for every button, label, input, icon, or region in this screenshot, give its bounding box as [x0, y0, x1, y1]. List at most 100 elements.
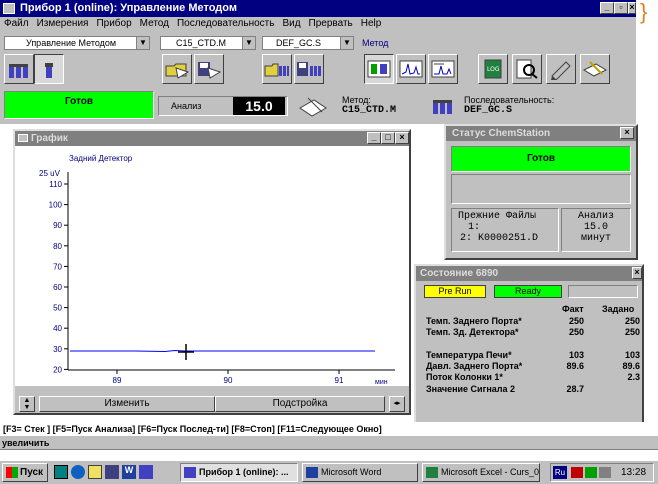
tray-icon-1[interactable] [571, 467, 583, 478]
ready-indicator: Ready [494, 285, 562, 298]
extra-indicator [568, 285, 638, 298]
menu-sequence[interactable]: Последовательность [173, 17, 278, 30]
start-button[interactable]: Пуск [2, 463, 48, 482]
gc-row-label: Давл. Заднего Порта* [426, 361, 523, 371]
method-label: Метод [362, 38, 389, 48]
explorer-icon[interactable] [105, 465, 119, 479]
chemstation-title: Статус ChemStation [452, 128, 551, 139]
logbook-button[interactable]: LOG [478, 54, 508, 84]
gc-close-button[interactable]: × [632, 267, 642, 279]
data-analysis-icon [399, 60, 423, 78]
chevron-down-icon[interactable]: ▼ [242, 37, 255, 49]
y-tick-label: 90 [53, 221, 62, 230]
view-select[interactable]: Управление Методом ▼ [4, 36, 150, 50]
y-tick-label: 100 [49, 201, 63, 210]
pen-document-icon [582, 61, 608, 77]
y-tick-label: 40 [53, 324, 62, 333]
open-sequence-button[interactable] [262, 54, 292, 84]
menu-instrument[interactable]: Прибор [92, 17, 135, 30]
signal-trace [70, 349, 375, 353]
disk-icon[interactable] [139, 465, 153, 479]
graph-window-icon [18, 134, 28, 142]
menu-method[interactable]: Метод [136, 17, 173, 30]
magnifier-icon [516, 59, 538, 79]
gc-row: Поток Колонки 1* 2.3 [426, 372, 640, 383]
sequence-status-label: Последовательность: [464, 95, 555, 105]
gc-row: Темп. Зд. Детектора* 250 250 [426, 327, 640, 338]
task-instrument[interactable]: Прибор 1 (online): ... [180, 463, 298, 482]
chromatogram-plot[interactable]: Задний Детектор 25 uV 110 100 90 80 70 60 50 40… [15, 146, 409, 386]
task-word[interactable]: Microsoft Word [302, 463, 418, 482]
browser-icon[interactable] [71, 465, 85, 479]
col-fact-header: Факт [562, 304, 584, 314]
gc-row-fact: 103 [568, 350, 584, 360]
change-button[interactable]: Изменить [39, 396, 215, 412]
minimize-button[interactable]: _ [600, 2, 614, 14]
excel-task-icon [426, 467, 438, 478]
x-unit-label: мин [375, 379, 388, 386]
open-folder-icon [165, 63, 190, 79]
menu-view[interactable]: Вид [278, 17, 304, 30]
gc-row-label: Значение Сигнала 2 [426, 384, 516, 394]
y-tick-label: 70 [53, 262, 62, 271]
task-excel[interactable]: Microsoft Excel - Curs_0... [422, 463, 540, 482]
gc-row-set: 2.3 [627, 372, 640, 382]
language-icon[interactable]: Ru [553, 466, 567, 479]
gc-row-set: 250 [624, 327, 640, 337]
chevron-down-icon[interactable]: ▼ [136, 37, 149, 49]
instrument-view-button[interactable] [364, 54, 394, 84]
scroll-spin-button[interactable]: ▲ ▼ [19, 396, 35, 412]
graph-title: График [31, 133, 68, 144]
chevron-down-icon[interactable]: ▼ [340, 37, 353, 49]
gc-row-set: 103 [624, 350, 640, 360]
vials-button[interactable] [4, 54, 34, 84]
adjust-button[interactable]: Подстройка [215, 396, 385, 412]
tray-icon-2[interactable] [585, 467, 597, 478]
save-method-button[interactable] [194, 54, 224, 84]
gc-row-fact: 250 [568, 316, 584, 326]
chemstation-close-button[interactable]: × [620, 127, 634, 139]
sequence-select[interactable]: DEF_GC.S ▼ [262, 36, 354, 50]
menu-file[interactable]: Файл [0, 17, 33, 30]
edit-button[interactable] [546, 54, 576, 84]
scroll-lr-button[interactable]: ◂▸ [389, 396, 405, 412]
analysis-box: Анализ 15.0 [158, 96, 288, 116]
report-view-button[interactable] [428, 54, 458, 84]
method-doc-icon [298, 94, 328, 121]
graph-titlebar[interactable]: График _ □ × [15, 131, 409, 146]
desktop-icon[interactable] [54, 465, 68, 479]
brace-icon: } [640, 0, 648, 24]
prerun-indicator: Pre Run [424, 285, 486, 298]
taskbar: Пуск W Прибор 1 (online): ... Microsoft … [0, 460, 658, 484]
graph-minimize-button[interactable]: _ [367, 132, 381, 144]
outlook-icon[interactable] [88, 465, 102, 479]
data-view-button[interactable] [396, 54, 426, 84]
gc-row-set: 89.6 [622, 361, 640, 371]
open-method-button[interactable] [162, 54, 192, 84]
volume-icon[interactable] [599, 467, 611, 478]
single-vial-button[interactable] [34, 54, 64, 84]
open-sequence-icon [264, 63, 289, 77]
menu-abort[interactable]: Прервать [305, 17, 357, 30]
save-sequence-button[interactable] [294, 54, 324, 84]
y-tick-label: 50 [53, 304, 62, 313]
sequence-vials-icon [432, 96, 456, 119]
gc-titlebar[interactable]: Состояние 6890 × [416, 266, 642, 281]
close-button[interactable]: × [628, 2, 636, 14]
graph-maximize-button[interactable]: □ [381, 132, 395, 144]
method-select[interactable]: C15_CTD.M ▼ [160, 36, 256, 50]
window-titlebar[interactable]: Прибор 1 (online): Управление Методом _ … [0, 0, 636, 17]
y-unit-label: 25 uV [39, 169, 61, 178]
sign-button[interactable] [580, 54, 610, 84]
preview-button[interactable] [512, 54, 542, 84]
graph-close-button[interactable]: × [395, 132, 409, 144]
menu-help[interactable]: Help [357, 17, 386, 30]
instrument-icon [367, 60, 391, 78]
window-title: Прибор 1 (online): Управление Методом [20, 2, 237, 14]
method-status-value: C15_CTD.M [342, 105, 397, 116]
chemstation-titlebar[interactable]: Статус ChemStation × [446, 126, 636, 141]
word-icon[interactable]: W [122, 465, 136, 479]
maximize-button[interactable]: ▫ [614, 2, 628, 14]
system-tray: Ru 13:28 [550, 463, 654, 482]
menu-measure[interactable]: Измерения [33, 17, 93, 30]
